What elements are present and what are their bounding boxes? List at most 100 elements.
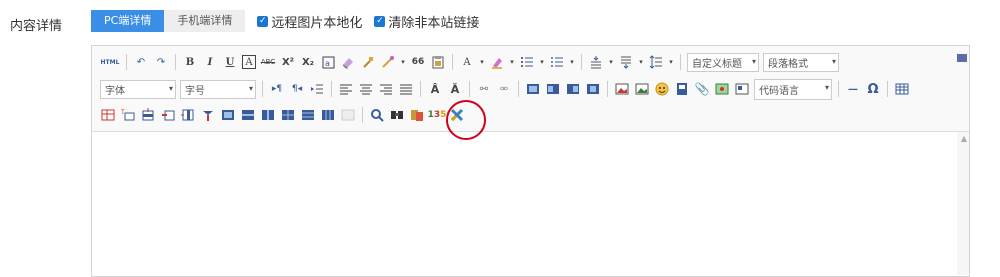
format-brush-icon[interactable] [360, 54, 376, 70]
split-to-rows-icon[interactable] [300, 107, 316, 123]
background-color-icon[interactable] [489, 54, 505, 70]
option-remote-image[interactable]: ✓ 远程图片本地化 [257, 10, 362, 32]
font-border-icon[interactable]: A [242, 55, 256, 69]
rtl-direction-icon[interactable]: ¶◂ [289, 81, 305, 97]
separator [581, 54, 582, 70]
align-justify-icon[interactable] [398, 81, 414, 97]
chevron-down-icon[interactable]: ▾ [608, 54, 614, 70]
merge-right-icon[interactable] [240, 107, 256, 123]
split-to-cols-icon[interactable] [320, 107, 336, 123]
multi-image-icon[interactable] [634, 81, 650, 97]
separator [362, 107, 363, 123]
superscript-icon[interactable]: X² [280, 54, 296, 70]
undo-icon[interactable]: ↶ [133, 54, 149, 70]
separator [175, 54, 176, 70]
image-right-icon[interactable] [565, 81, 581, 97]
option-remote-image-label: 远程图片本地化 [271, 15, 363, 31]
tab-pc-detail[interactable]: PC端详情 [91, 10, 165, 32]
checkbox-icon[interactable]: ✓ [374, 15, 386, 27]
map-icon[interactable] [714, 81, 730, 97]
subscript-icon[interactable]: X₂ [300, 54, 316, 70]
scroll-up-icon[interactable]: ▲ [961, 134, 967, 143]
paragraph-format-select[interactable]: 段落格式 ▾ [763, 52, 839, 72]
split-cells-icon[interactable] [280, 107, 296, 123]
horizontal-rule-icon[interactable]: — [845, 81, 861, 97]
custom-title-select[interactable]: 自定义标题 ▾ [687, 52, 759, 72]
chevron-down-icon[interactable]: ▾ [638, 54, 644, 70]
align-center-icon[interactable] [358, 81, 374, 97]
ltr-direction-icon[interactable]: ▸¶ [269, 81, 285, 97]
insert-col-icon[interactable] [180, 107, 196, 123]
insert-table-icon[interactable] [894, 81, 910, 97]
align-left-icon[interactable] [338, 81, 354, 97]
insert-image-icon[interactable] [614, 81, 630, 97]
chevron-down-icon: ▾ [831, 56, 836, 66]
delete-table-icon[interactable] [100, 107, 116, 123]
eraser-icon[interactable] [340, 54, 356, 70]
option-clear-links[interactable]: ✓ 清除非本站链接 [374, 10, 479, 32]
chevron-down-icon[interactable]: ▾ [668, 54, 674, 70]
svg-text:T: T [121, 109, 125, 116]
chevron-down-icon: ▾ [824, 82, 829, 92]
code-language-select[interactable]: 代码语言 ▾ [754, 78, 832, 100]
strikethrough-icon[interactable]: ABC [260, 54, 276, 70]
autotypeset-icon[interactable]: a [320, 54, 336, 70]
chevron-down-icon[interactable]: ▾ [400, 54, 406, 70]
image-left-icon[interactable] [545, 81, 561, 97]
clear-format-icon[interactable] [380, 54, 396, 70]
attachment-icon[interactable]: 📎 [694, 81, 710, 97]
bold-icon[interactable]: B [182, 54, 198, 70]
indent-icon[interactable] [309, 81, 325, 97]
chevron-down-icon[interactable]: ▾ [509, 54, 515, 70]
editor-scrollbar[interactable] [957, 132, 969, 275]
paste-plain-icon[interactable] [430, 54, 446, 70]
redo-icon[interactable]: ↷ [153, 54, 169, 70]
ordered-list-icon[interactable] [519, 54, 535, 70]
tab-mobile-detail[interactable]: 手机端详情 [164, 10, 246, 32]
font-color-icon[interactable]: A [459, 54, 475, 70]
fullscreen-icon[interactable] [957, 54, 967, 62]
align-right-icon[interactable] [378, 81, 394, 97]
search-replace-icon[interactable] [389, 107, 405, 123]
uppercase-icon[interactable]: Â [427, 81, 443, 97]
blockquote-icon[interactable]: 66 [410, 54, 426, 70]
delete-col-icon[interactable] [200, 107, 216, 123]
custom-title-select-label: 自定义标题 [692, 58, 742, 70]
separator [607, 81, 608, 97]
chevron-down-icon[interactable]: ▾ [479, 54, 485, 70]
lowercase-icon[interactable]: Ǎ [447, 81, 463, 97]
row-spacing-top-icon[interactable] [588, 54, 604, 70]
word-count-icon[interactable]: 135 [428, 107, 447, 123]
html-source-icon[interactable]: HTML [100, 54, 120, 70]
merge-cells-icon[interactable] [220, 107, 236, 123]
chevron-down-icon[interactable]: ▾ [569, 54, 575, 70]
preview-icon[interactable] [369, 107, 385, 123]
insert-row-icon[interactable] [140, 107, 156, 123]
chevron-down-icon[interactable]: ▾ [539, 54, 545, 70]
line-height-icon[interactable] [648, 54, 664, 70]
emotion-icon[interactable] [654, 81, 670, 97]
special-chars-icon[interactable]: Ω [865, 81, 881, 97]
template-icon[interactable] [409, 107, 425, 123]
highlight-circle [446, 100, 486, 140]
font-family-select[interactable]: 字体 ▾ [100, 79, 176, 99]
insert-frame-icon[interactable] [734, 81, 750, 97]
image-none-icon[interactable] [525, 81, 541, 97]
font-size-select[interactable]: 字号 ▾ [180, 79, 256, 99]
underline-icon[interactable]: U [222, 54, 238, 70]
separator [838, 81, 839, 97]
image-center-icon[interactable] [585, 81, 601, 97]
separator [469, 81, 470, 97]
delete-row-icon[interactable] [160, 107, 176, 123]
link-icon[interactable]: ⚯ [476, 81, 492, 97]
italic-icon[interactable]: I [202, 54, 218, 70]
separator [887, 81, 888, 97]
row-spacing-bottom-icon[interactable] [618, 54, 634, 70]
video-icon[interactable] [674, 81, 690, 97]
chart-disabled-icon[interactable] [340, 107, 356, 123]
unlink-icon[interactable]: ⚮ [496, 81, 512, 97]
unordered-list-icon[interactable] [549, 54, 565, 70]
insert-paragraph-before-table-icon[interactable]: T [120, 107, 136, 123]
checkbox-icon[interactable]: ✓ [257, 15, 269, 27]
merge-down-icon[interactable] [260, 107, 276, 123]
